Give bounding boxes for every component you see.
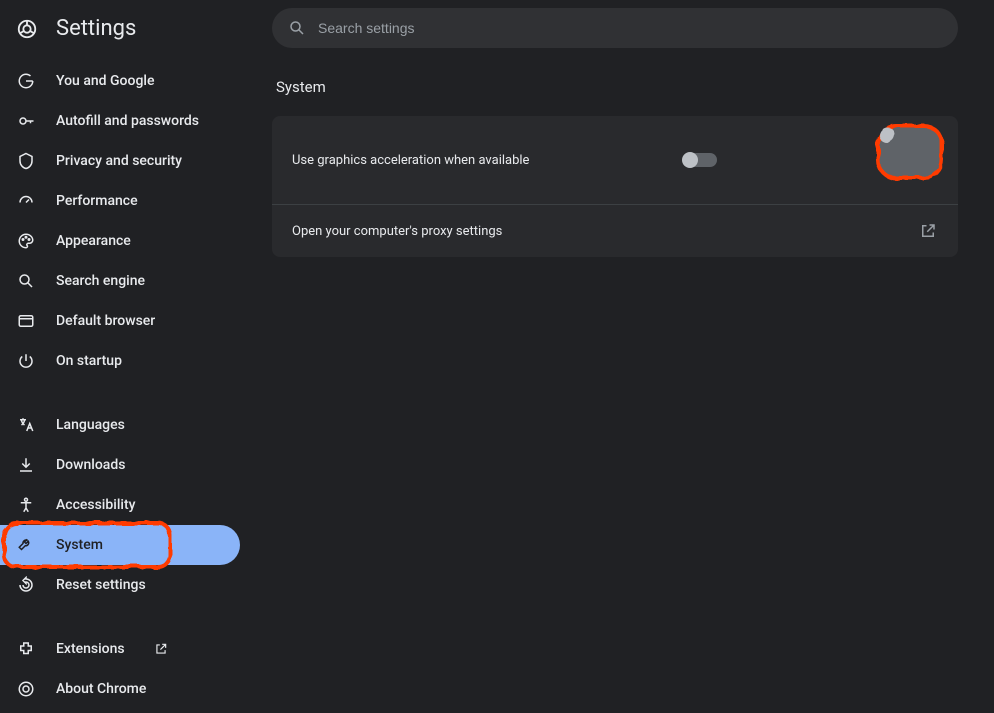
main-content: System Use graphics acceleration when av…	[244, 0, 994, 697]
sidebar-item-extensions[interactable]: Extensions	[0, 629, 240, 669]
settings-card: Use graphics acceleration when available…	[272, 116, 958, 257]
external-link-icon	[153, 641, 169, 657]
sidebar-item-label: Search engine	[56, 273, 145, 289]
search-icon	[16, 271, 36, 291]
row-graphics-acceleration: Use graphics acceleration when available	[272, 116, 958, 204]
sidebar-item-label: Default browser	[56, 313, 155, 329]
download-icon	[16, 455, 36, 475]
sidebar-item-label: Languages	[56, 417, 125, 433]
sidebar-item-languages[interactable]: Languages	[0, 405, 240, 445]
sidebar-item-about[interactable]: About Chrome	[0, 669, 240, 709]
accessibility-icon	[16, 495, 36, 515]
chrome-icon	[16, 18, 38, 40]
annotation-highlight	[876, 124, 944, 180]
sidebar-item-privacy[interactable]: Privacy and security	[0, 141, 240, 181]
sidebar-item-search-engine[interactable]: Search engine	[0, 261, 240, 301]
sidebar-item-system[interactable]: System	[0, 525, 240, 565]
nav-group-2: Languages Downloads Accessibility System	[0, 401, 244, 609]
search-icon	[288, 19, 306, 37]
sidebar-item-label: Appearance	[56, 233, 131, 249]
speedometer-icon	[16, 191, 36, 211]
brand-header: Settings	[0, 10, 244, 57]
translate-icon	[16, 415, 36, 435]
row-label: Use graphics acceleration when available	[292, 153, 529, 168]
search-bar[interactable]	[272, 8, 958, 48]
sidebar-item-on-startup[interactable]: On startup	[0, 341, 240, 381]
sidebar-item-reset[interactable]: Reset settings	[0, 565, 240, 605]
palette-icon	[16, 231, 36, 251]
sidebar-item-appearance[interactable]: Appearance	[0, 221, 240, 261]
sidebar-item-accessibility[interactable]: Accessibility	[0, 485, 240, 525]
reset-icon	[16, 575, 36, 595]
chrome-icon	[16, 679, 36, 699]
sidebar-item-label: About Chrome	[56, 681, 146, 697]
search-input[interactable]	[318, 20, 942, 36]
sidebar-item-label: Performance	[56, 193, 138, 209]
external-link-icon	[918, 221, 938, 241]
key-icon	[16, 111, 36, 131]
row-proxy-settings[interactable]: Open your computer's proxy settings	[272, 204, 958, 257]
sidebar-item-performance[interactable]: Performance	[0, 181, 240, 221]
wrench-icon	[16, 535, 36, 555]
sidebar-item-label: System	[56, 537, 103, 553]
sidebar-item-label: Extensions	[56, 641, 125, 657]
sidebar-item-downloads[interactable]: Downloads	[0, 445, 240, 485]
power-icon	[16, 351, 36, 371]
page-title: Settings	[56, 16, 136, 41]
sidebar-item-label: Downloads	[56, 457, 125, 473]
extension-icon	[16, 639, 36, 659]
sidebar-item-label: On startup	[56, 353, 122, 369]
sidebar-item-label: Accessibility	[56, 497, 135, 513]
sidebar-item-label: Reset settings	[56, 577, 146, 593]
section-title: System	[272, 78, 958, 96]
shield-icon	[16, 151, 36, 171]
google-g-icon	[16, 71, 36, 91]
nav-group-3: Extensions About Chrome	[0, 625, 244, 713]
sidebar: Settings You and Google Autofill and pas…	[0, 0, 244, 697]
sidebar-item-autofill[interactable]: Autofill and passwords	[0, 101, 240, 141]
graphics-acceleration-toggle[interactable]	[683, 153, 717, 167]
sidebar-item-default-browser[interactable]: Default browser	[0, 301, 240, 341]
browser-icon	[16, 311, 36, 331]
sidebar-item-label: Privacy and security	[56, 153, 182, 169]
nav-group-1: You and Google Autofill and passwords Pr…	[0, 57, 244, 385]
sidebar-item-you-and-google[interactable]: You and Google	[0, 61, 240, 101]
sidebar-item-label: Autofill and passwords	[56, 113, 199, 129]
sidebar-item-label: You and Google	[56, 73, 154, 89]
row-label: Open your computer's proxy settings	[292, 224, 502, 239]
